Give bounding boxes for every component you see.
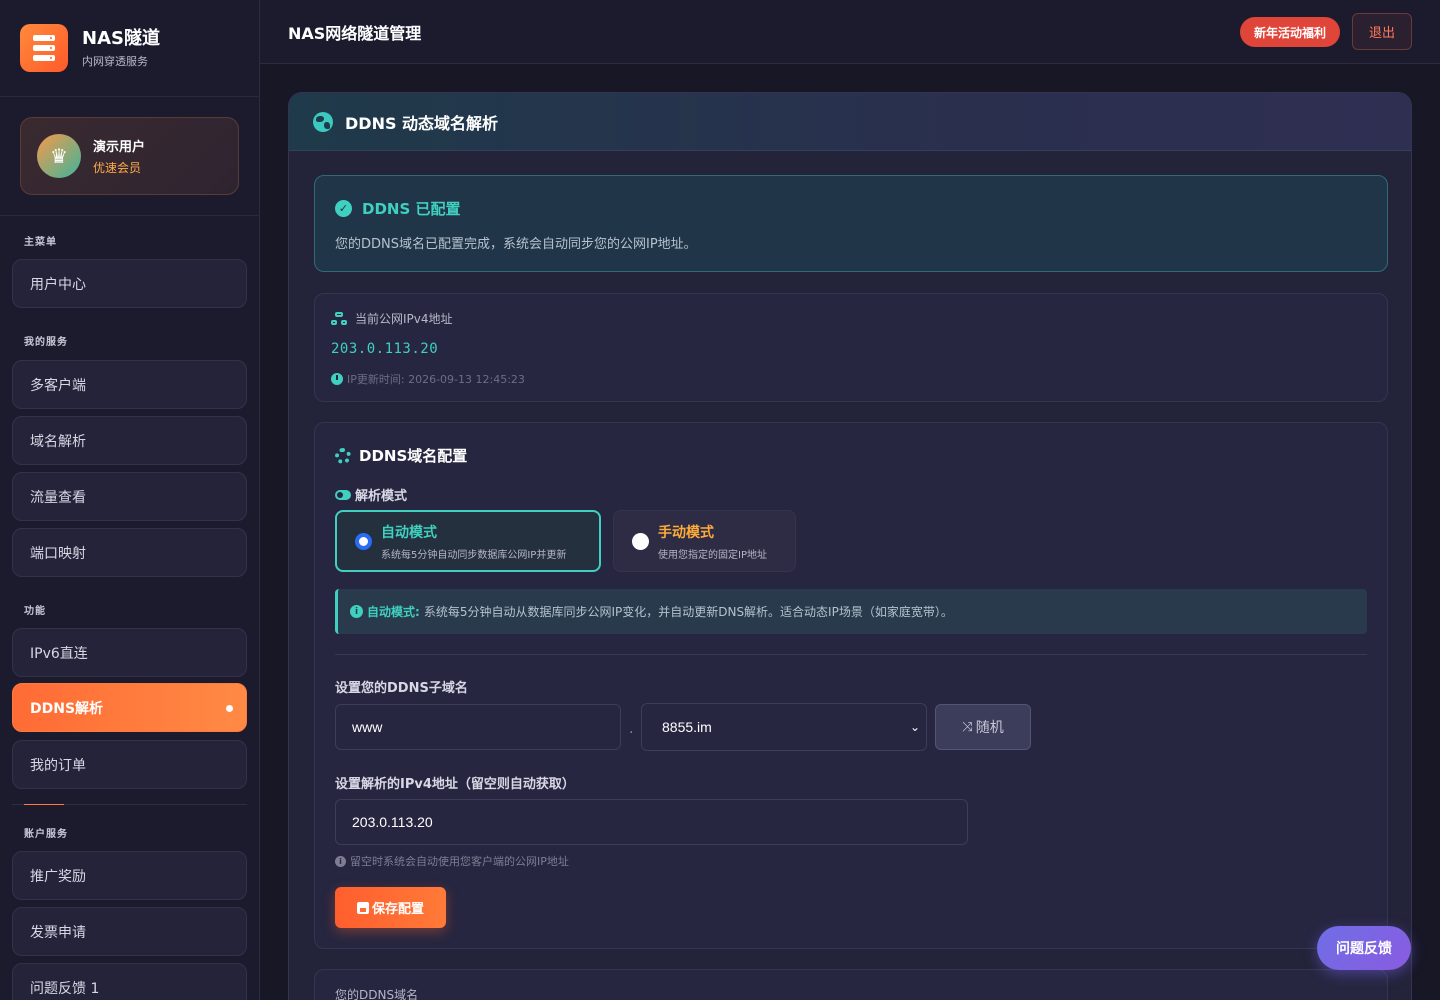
domain-separator: . xyxy=(629,721,634,737)
domain-selected-value: 8855.im xyxy=(662,719,712,735)
mode-name: 手动模式 xyxy=(658,524,714,541)
toggle-icon xyxy=(335,489,351,500)
user-card[interactable]: ♛ 演示用户 优速会员 xyxy=(20,117,239,195)
ipv4-hint: 留空时系统会自动使用您客户端的公网IP地址 xyxy=(350,855,569,868)
logout-button[interactable]: 退出 xyxy=(1352,13,1412,50)
sidebar-item-orders[interactable]: 我的订单 xyxy=(12,740,247,789)
promo-button[interactable]: 新年活动福利 xyxy=(1240,17,1340,47)
sidebar-item-label: 多客户端 xyxy=(30,377,86,394)
sidebar-item-feedback[interactable]: 问题反馈 1 xyxy=(12,963,247,1000)
sidebar-item-user-center[interactable]: 用户中心 xyxy=(12,259,247,308)
info-strong: 自动模式: xyxy=(367,605,420,619)
sidebar-item-label: 发票申请 xyxy=(30,924,86,941)
subdomain-input[interactable]: www xyxy=(335,704,621,750)
sidebar-item-label: 流量查看 xyxy=(30,489,86,506)
brand-subtitle: 内网穿透服务 xyxy=(82,54,148,68)
section-title-main: 主菜单 xyxy=(24,237,57,248)
mode-description: 系统每5分钟自动同步数据库公网IP并更新 xyxy=(381,549,567,561)
user-name: 演示用户 xyxy=(93,140,146,155)
info-icon: i xyxy=(335,855,346,867)
public-ip-box: 当前公网IPv4地址 203.0.113.20 IP更新时间: 2026-09-… xyxy=(314,293,1388,402)
ipv4-input[interactable]: 203.0.113.20 xyxy=(335,799,968,845)
info-text: 系统每5分钟自动从数据库同步公网IP变化，并自动更新DNS解析。适合动态IP场景… xyxy=(423,605,953,619)
mode-name: 自动模式 xyxy=(381,524,437,541)
save-config-button[interactable]: 保存配置 xyxy=(335,887,446,928)
ip-value: 203.0.113.20 xyxy=(331,341,439,357)
check-circle-icon: ✓ xyxy=(335,200,352,217)
sidebar-item-referral[interactable]: 推广奖励 xyxy=(12,851,247,900)
sidebar-item-label: 用户中心 xyxy=(30,276,86,293)
sidebar-item-label: 问题反馈 1 xyxy=(30,980,100,997)
ddns-panel: DDNS 动态域名解析 ✓ DDNS 已配置 您的DDNS域名已配置完成，系统会… xyxy=(288,92,1412,1000)
sidebar: NAS隧道 内网穿透服务 ♛ 演示用户 优速会员 主菜单 用户中心 我的服务 多… xyxy=(0,0,260,1000)
random-button[interactable]: ⤨ 随机 xyxy=(935,704,1031,750)
sidebar-item-port-mapping[interactable]: 端口映射 xyxy=(12,528,247,577)
sidebar-item-label: 端口映射 xyxy=(30,545,86,562)
network-icon xyxy=(331,311,347,326)
save-icon xyxy=(356,901,369,914)
ip-update-time: IP更新时间: 2026-09-13 12:45:23 xyxy=(347,373,525,386)
radio-manual[interactable] xyxy=(632,532,649,550)
sidebar-item-ipv6[interactable]: IPv6直连 xyxy=(12,628,247,677)
ddns-status-box: ✓ DDNS 已配置 您的DDNS域名已配置完成，系统会自动同步您的公网IP地址… xyxy=(314,175,1388,272)
ddns-config-box: DDNS域名配置 解析模式 自动模式 系统每5分钟自动同步数据库公网IP并更新 … xyxy=(314,422,1388,949)
domain-select[interactable]: 8855.im ⌄ xyxy=(641,703,927,751)
panel-header: DDNS 动态域名解析 xyxy=(289,93,1411,151)
info-icon: i xyxy=(350,605,363,618)
page-title: NAS网络隧道管理 xyxy=(288,23,422,43)
config-divider xyxy=(335,654,1367,655)
mode-option-manual[interactable]: 手动模式 使用您指定的固定IP地址 xyxy=(613,510,796,572)
my-ddns-domains-box: 您的DDNS域名 xyxy=(314,969,1388,1000)
mode-description: 使用您指定的固定IP地址 xyxy=(658,549,767,561)
crown-icon: ♛ xyxy=(37,134,81,178)
mode-info-bar: i 自动模式: 系统每5分钟自动从数据库同步公网IP变化，并自动更新DNS解析。… xyxy=(335,589,1367,634)
sidebar-item-traffic[interactable]: 流量查看 xyxy=(12,472,247,521)
active-indicator xyxy=(226,705,233,712)
clock-icon xyxy=(331,373,343,385)
feedback-button[interactable]: 问题反馈 xyxy=(1317,926,1411,970)
sidebar-divider xyxy=(12,804,247,805)
sidebar-item-label: 推广奖励 xyxy=(30,868,86,885)
panel-title: DDNS 动态域名解析 xyxy=(345,113,499,133)
status-title: DDNS 已配置 xyxy=(362,200,461,218)
sidebar-item-ddns[interactable]: DDNS解析 xyxy=(12,683,247,732)
sidebar-item-label: IPv6直连 xyxy=(30,645,88,662)
domains-title: 您的DDNS域名 xyxy=(335,988,419,1000)
mode-option-auto[interactable]: 自动模式 系统每5分钟自动同步数据库公网IP并更新 xyxy=(335,510,601,572)
sidebar-item-label: 域名解析 xyxy=(30,433,86,450)
save-label: 保存配置 xyxy=(371,902,424,917)
brand: NAS隧道 内网穿透服务 xyxy=(0,0,259,97)
sidebar-item-multi-client[interactable]: 多客户端 xyxy=(12,360,247,409)
sidebar-item-invoice[interactable]: 发票申请 xyxy=(12,907,247,956)
sidebar-item-label: DDNS解析 xyxy=(30,700,104,717)
gear-icon xyxy=(335,447,351,464)
brand-name: NAS隧道 xyxy=(82,27,160,49)
sidebar-item-label: 我的订单 xyxy=(30,757,86,774)
top-header: NAS网络隧道管理 新年活动福利 退出 xyxy=(260,0,1440,64)
shuffle-icon: ⤨ xyxy=(962,719,973,735)
status-description: 您的DDNS域名已配置完成，系统会自动同步您的公网IP地址。 xyxy=(335,237,697,252)
user-level: 优速会员 xyxy=(93,161,142,175)
radio-auto[interactable] xyxy=(355,532,372,550)
ip-label: 当前公网IPv4地址 xyxy=(355,312,453,326)
ipv4-label: 设置解析的IPv4地址（留空则自动获取） xyxy=(335,777,575,792)
sidebar-item-domain-resolve[interactable]: 域名解析 xyxy=(12,416,247,465)
config-title: DDNS域名配置 xyxy=(359,447,468,465)
mode-label: 解析模式 xyxy=(355,489,408,504)
random-label: 随机 xyxy=(975,720,1004,736)
globe-icon xyxy=(313,111,333,132)
server-icon xyxy=(20,24,68,72)
section-title-features: 功能 xyxy=(24,606,46,617)
chevron-down-icon: ⌄ xyxy=(909,720,920,734)
section-title-services: 我的服务 xyxy=(24,337,68,348)
subdomain-label: 设置您的DDNS子域名 xyxy=(335,681,468,696)
section-title-account: 账户服务 xyxy=(24,829,68,840)
